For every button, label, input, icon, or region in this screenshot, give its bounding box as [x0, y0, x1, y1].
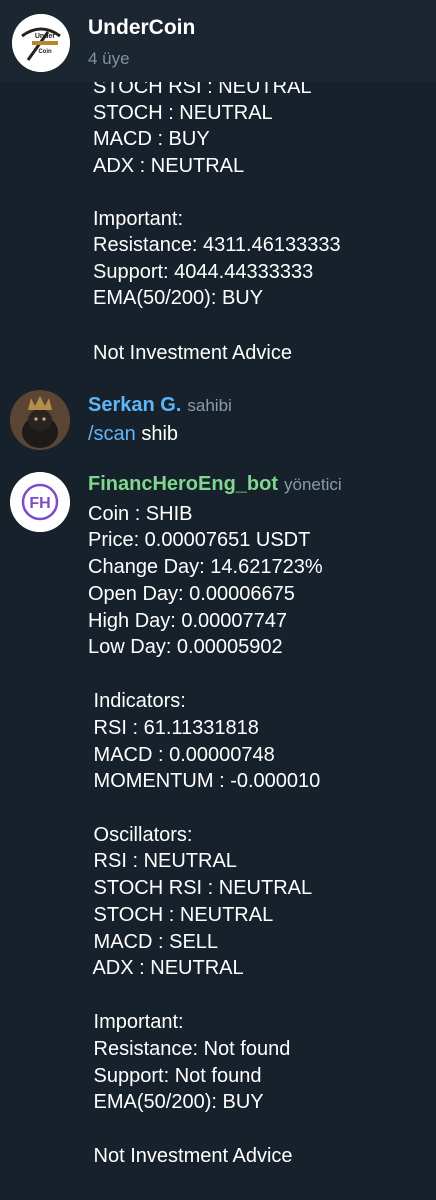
message-line: STOCH RSI : NEUTRAL [88, 877, 313, 899]
message-line: ADX : NEUTRAL [93, 155, 245, 177]
message-text: /scan shib [88, 421, 178, 447]
sender-role: yönetici [284, 475, 342, 494]
member-count: 4 üye [88, 49, 130, 68]
message-line: EMA(50/200): BUY [93, 287, 264, 309]
pickaxe-logo-icon: Under Coin [12, 14, 70, 72]
chat-header[interactable]: Under Coin UnderCoin 4 üye [0, 0, 436, 82]
message-line: Change Day: 14.621723% [88, 556, 323, 578]
message-line: Resistance: 4311.46133333 [93, 234, 341, 256]
message-line: EMA(50/200): BUY [88, 1091, 264, 1113]
bot-avatar[interactable]: FH [10, 472, 70, 532]
message-line: Coin : SHIB [88, 503, 193, 525]
message-line: Open Day: 0.00006675 [88, 583, 295, 605]
sender-role: sahibi [187, 396, 232, 415]
message-line: Low Day: 0.00005902 [88, 636, 283, 658]
sender-name[interactable]: Serkan G. [88, 394, 181, 416]
chat-feed[interactable]: STOCH RSI : NEUTRAL STOCH : NEUTRAL MACD… [0, 0, 436, 1200]
message-header: Serkan G. sahibi [88, 394, 232, 417]
message-line: MOMENTUM : -0.000010 [88, 770, 321, 792]
chat-title[interactable]: UnderCoin [88, 16, 195, 40]
logo-text-top: Under [35, 33, 56, 40]
avatar-initials: FH [29, 495, 50, 512]
message-line: Important: [93, 208, 184, 230]
sender-name[interactable]: FinancHeroEng_bot [88, 473, 278, 495]
message-line: Support: Not found [88, 1065, 262, 1087]
message-line: RSI : 61.11331818 [88, 717, 259, 739]
command-argument: shib [135, 423, 179, 445]
gorilla-king-icon [10, 390, 70, 450]
message-line: Price: 0.00007651 USDT [88, 529, 311, 551]
message-line: ADX : NEUTRAL [88, 957, 244, 979]
message-line: Resistance: Not found [88, 1038, 291, 1060]
command-link[interactable]: /scan [88, 423, 136, 445]
message-line: High Day: 0.00007747 [88, 610, 288, 632]
message-line: Support: 4044.44333333 [93, 261, 314, 283]
logo-text-bottom: Coin [38, 49, 52, 55]
user-avatar[interactable] [10, 390, 70, 450]
fh-logo-icon: FH [10, 472, 70, 532]
message-line: STOCH : NEUTRAL [93, 102, 273, 124]
message-line: RSI : NEUTRAL [88, 850, 237, 872]
message-line: Not Investment Advice [93, 342, 292, 364]
message-header: FinancHeroEng_bot yönetici [88, 473, 342, 496]
message-line: MACD : 0.00000748 [88, 744, 275, 766]
message-line: MACD : SELL [88, 931, 219, 953]
message-line: Indicators: [88, 690, 186, 712]
message-line: Not Investment Advice [88, 1145, 293, 1167]
message-line: MACD : BUY [93, 128, 210, 150]
message-line: Important: [88, 1011, 184, 1033]
message-line: STOCH : NEUTRAL [88, 904, 274, 926]
group-avatar[interactable]: Under Coin [12, 14, 70, 72]
message-line: Oscillators: [88, 824, 193, 846]
